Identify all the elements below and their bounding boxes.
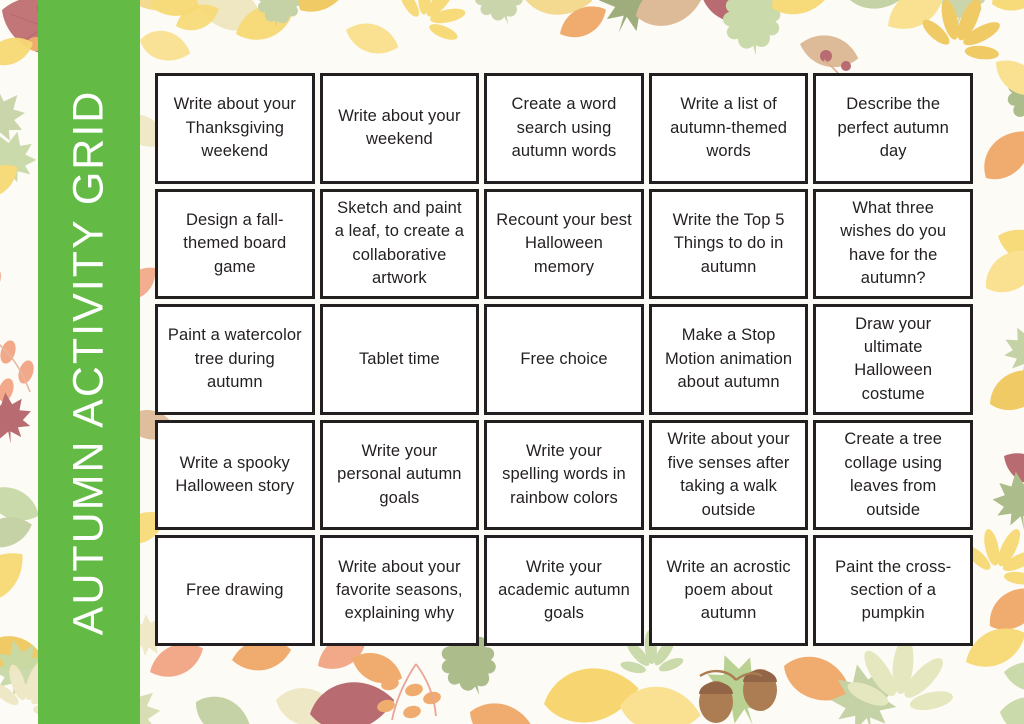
grid-cell-text: Sketch and paint a leaf, to create a col… (334, 199, 465, 288)
grid-cell[interactable]: Free drawing (155, 535, 315, 646)
grid-cell-text: Tablet time (358, 349, 440, 368)
grid-cell-text: Design a fall-themed board game (183, 210, 287, 276)
grid-cell-text: Paint the cross-section of a pumpkin (835, 557, 952, 623)
grid-cell[interactable]: Create a word search using autumn words (484, 73, 644, 184)
grid-cell[interactable]: Write a list of autumn-themed words (648, 73, 809, 184)
grid-cell-text: Recount your best Halloween memory (496, 210, 632, 276)
grid-cell[interactable]: Write about your five senses after takin… (648, 419, 809, 531)
grid-cell[interactable]: Write about your weekend (319, 73, 480, 184)
grid-cell[interactable]: Write about your Thanksgiving weekend (155, 73, 315, 184)
grid-cell[interactable]: Make a Stop Motion animation about autum… (648, 304, 809, 415)
grid-cell[interactable]: Tablet time (319, 304, 480, 415)
grid-cell-text: Write a list of autumn-themed words (670, 95, 788, 160)
page-title: AUTUMN ACTIVITY GRID (64, 89, 113, 635)
grid-cell[interactable]: Write an acrostic poem about autumn (648, 535, 809, 646)
grid-cell[interactable]: Draw your ultimate Halloween costume (813, 304, 973, 415)
grid-cell-text: Write about your Thanksgiving weekend (173, 95, 296, 160)
grid-cell-text: Write an acrostic poem about autumn (666, 557, 791, 623)
grid-cell[interactable]: Paint a watercolor tree during autumn (155, 304, 315, 415)
activity-grid: Write about your Thanksgiving weekend Wr… (155, 73, 973, 646)
grid-cell[interactable]: Create a tree collage using leaves from … (813, 419, 973, 531)
grid-cell[interactable]: Paint the cross-section of a pumpkin (813, 535, 973, 646)
grid-cell-text: Create a word search using autumn words (511, 95, 617, 160)
grid-cell[interactable]: Free choice (484, 304, 644, 415)
grid-cell[interactable]: Write about your favorite seasons, expla… (319, 535, 480, 646)
grid-cell-text: Write your academic autumn goals (498, 557, 630, 623)
grid-cell-text: Make a Stop Motion animation about autum… (664, 326, 793, 392)
grid-cell[interactable]: Write your academic autumn goals (484, 535, 644, 646)
grid-cell[interactable]: Write your personal autumn goals (319, 419, 480, 531)
grid-cell[interactable]: Write a spooky Halloween story (155, 419, 315, 531)
grid-cell-text: Free drawing (186, 580, 284, 599)
grid-cell[interactable]: What three wishes do you have for the au… (813, 188, 973, 300)
title-band: AUTUMN ACTIVITY GRID (38, 0, 140, 724)
grid-cell[interactable]: Recount your best Halloween memory (484, 188, 644, 300)
grid-cell[interactable]: Describe the perfect autumn day (813, 73, 973, 184)
grid-cell-text: Draw your ultimate Halloween costume (854, 314, 933, 403)
grid-cell[interactable]: Sketch and paint a leaf, to create a col… (319, 188, 480, 300)
grid-cell[interactable]: Write your spelling words in rainbow col… (484, 419, 644, 531)
grid-cell-text: Paint a watercolor tree during autumn (167, 326, 302, 392)
poster-page: AUTUMN ACTIVITY GRID Write about your Th… (0, 0, 1024, 724)
grid-cell-text: Write a spooky Halloween story (175, 453, 295, 496)
grid-cell-text: Write about your five senses after takin… (667, 430, 790, 519)
grid-cell-text: Write the Top 5 Things to do in autumn (672, 210, 785, 276)
grid-cell-text: What three wishes do you have for the au… (840, 199, 947, 288)
grid-cell-text: Describe the perfect autumn day (837, 95, 949, 160)
grid-cell-text: Write your spelling words in rainbow col… (502, 441, 626, 507)
grid-cell[interactable]: Design a fall-themed board game (155, 188, 315, 300)
grid-cell-text: Write about your weekend (338, 106, 461, 149)
grid-cell-text: Write about your favorite seasons, expla… (336, 557, 463, 623)
grid-cell-text: Write your personal autumn goals (337, 441, 462, 507)
grid-cell-text: Create a tree collage using leaves from … (844, 430, 942, 519)
grid-cell[interactable]: Write the Top 5 Things to do in autumn (648, 188, 809, 300)
grid-cell-text: Free choice (520, 349, 608, 368)
